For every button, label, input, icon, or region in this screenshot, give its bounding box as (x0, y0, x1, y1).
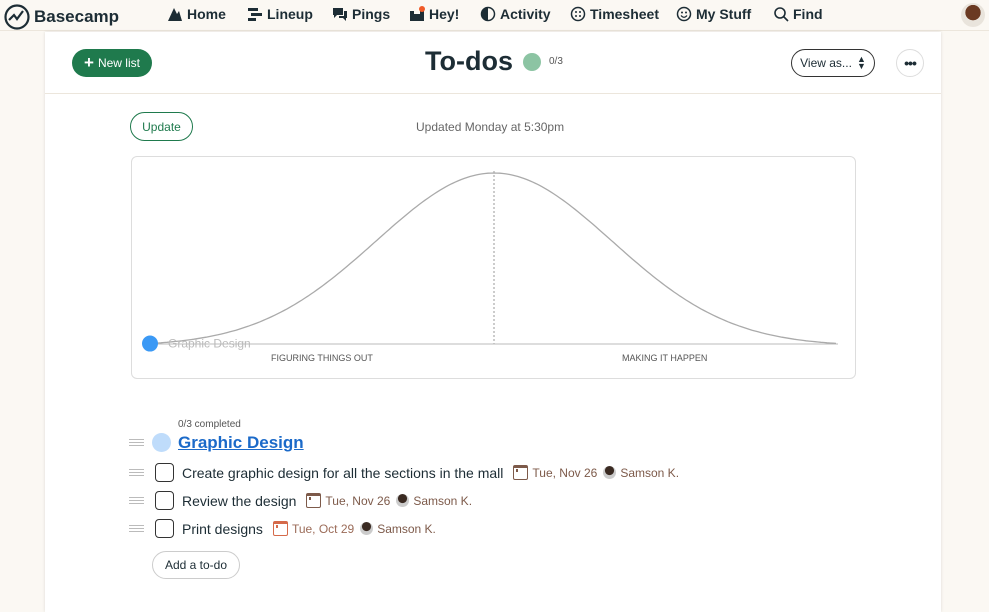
add-todo-button[interactable]: Add a to-do (152, 551, 240, 579)
updown-chevron-icon: ▲ ▼ (856, 54, 866, 71)
add-todo-label: Add a to-do (164, 558, 228, 572)
search-icon (774, 7, 789, 22)
nav-find-label: Find (793, 6, 823, 22)
nav-timesheet-label: Timesheet (590, 6, 659, 22)
nav-pings[interactable]: Pings (332, 6, 390, 22)
calendar-icon (306, 493, 322, 508)
more-options-button[interactable]: ••• (896, 49, 924, 77)
list-completed-count: 0/3 completed (178, 419, 241, 430)
drag-handle-icon[interactable] (129, 469, 144, 476)
hill-chart-svg: Graphic Design (142, 171, 838, 352)
calendar-overdue-icon (272, 521, 288, 536)
list-color-dot (152, 433, 171, 452)
todo-due-date: Tue, Oct 29 (291, 521, 355, 536)
user-avatar[interactable] (961, 3, 985, 27)
progress-pie-icon (522, 52, 541, 71)
hill-dot-graphic-design[interactable] (142, 335, 158, 352)
basecamp-logo[interactable]: Basecamp (4, 4, 119, 30)
todo-checkbox[interactable] (155, 519, 174, 538)
nav-activity[interactable]: Activity (480, 6, 551, 22)
todo-checkbox[interactable] (155, 491, 174, 510)
assignee-avatar (360, 522, 374, 535)
todo-assignee: Samson K. (377, 521, 436, 536)
new-list-button[interactable]: + New list (72, 49, 152, 77)
nav-pings-label: Pings (352, 6, 391, 22)
todo-text[interactable]: Review the design (182, 493, 296, 509)
phase-right-label: MAKING IT HAPPEN (622, 353, 708, 363)
drag-handle-icon[interactable] (129, 439, 144, 446)
nav-hey[interactable]: Hey! (409, 6, 459, 22)
new-list-label: New list (97, 56, 140, 70)
phase-left-label: FIGURING THINGS OUT (271, 353, 373, 363)
list-title-link[interactable]: Graphic Design (178, 433, 304, 453)
todo-item: Review the design Tue, Nov 26 Samson K. (155, 491, 472, 510)
plus-icon: + (84, 53, 94, 72)
todo-due-date: Tue, Nov 26 (532, 465, 598, 480)
todo-assignee: Samson K. (620, 465, 680, 480)
hill-dot-label: Graphic Design (168, 337, 251, 351)
nav-timesheet[interactable]: Timesheet (570, 6, 659, 22)
brand-name: Basecamp (34, 7, 120, 26)
header-divider (45, 93, 941, 94)
assignee-avatar (396, 494, 410, 507)
page-title-text: To-dos (425, 46, 513, 76)
hill-curve (148, 172, 837, 345)
nav-lineup-label: Lineup (267, 6, 313, 22)
drag-handle-icon[interactable] (129, 525, 144, 532)
todo-item: Create graphic design for all the sectio… (155, 463, 679, 482)
nav-my-stuff-label: My Stuff (696, 6, 752, 22)
drag-handle-icon[interactable] (129, 497, 144, 504)
view-as-select[interactable]: View as... ▲ ▼ (791, 49, 875, 77)
hill-chart: Graphic Design FIGURING THINGS OUT MAKIN… (131, 156, 856, 379)
calendar-icon (513, 465, 529, 480)
mountain-icon (168, 8, 182, 21)
lineup-icon (248, 8, 262, 21)
nav-home-label: Home (187, 6, 226, 22)
half-circle-icon (480, 6, 496, 22)
basecamp-logo-icon (4, 4, 30, 30)
nav-my-stuff[interactable]: My Stuff (676, 6, 751, 22)
assignee-avatar (603, 466, 617, 479)
ellipsis-icon: ••• (904, 55, 917, 71)
todos-card: + New list To-dos 0/3 View as... ▲ ▼ ••• Upd… (45, 32, 941, 612)
page-title: To-dos 0/3 (425, 46, 563, 77)
timesheet-icon (570, 6, 586, 22)
view-as-label: View as... (800, 56, 852, 70)
todo-assignee: Samson K. (413, 493, 473, 508)
todo-checkbox[interactable] (155, 463, 174, 482)
nav-hey-label: Hey! (429, 6, 460, 22)
update-label: Update (142, 119, 181, 134)
nav-lineup[interactable]: Lineup (247, 6, 313, 22)
nav-home[interactable]: Home (167, 6, 226, 22)
updated-timestamp: Updated Monday at 5:30pm (416, 120, 565, 134)
todo-due-date: Tue, Nov 26 (325, 493, 391, 508)
nav-activity-label: Activity (500, 6, 551, 22)
progress-count: 0/3 (548, 56, 563, 67)
todo-text[interactable]: Create graphic design for all the sectio… (182, 465, 503, 481)
update-hill-button[interactable]: Update (130, 112, 193, 141)
top-nav: Basecamp Home Lineup Pings Hey! Activity… (0, 0, 989, 31)
inbox-icon (410, 6, 425, 21)
chat-bubbles-icon (333, 8, 347, 21)
nav-find[interactable]: Find (773, 6, 823, 22)
todo-text[interactable]: Print designs (182, 521, 263, 537)
smiley-icon (676, 6, 692, 22)
todo-item: Print designs Tue, Oct 29 Samson K. (155, 519, 436, 538)
